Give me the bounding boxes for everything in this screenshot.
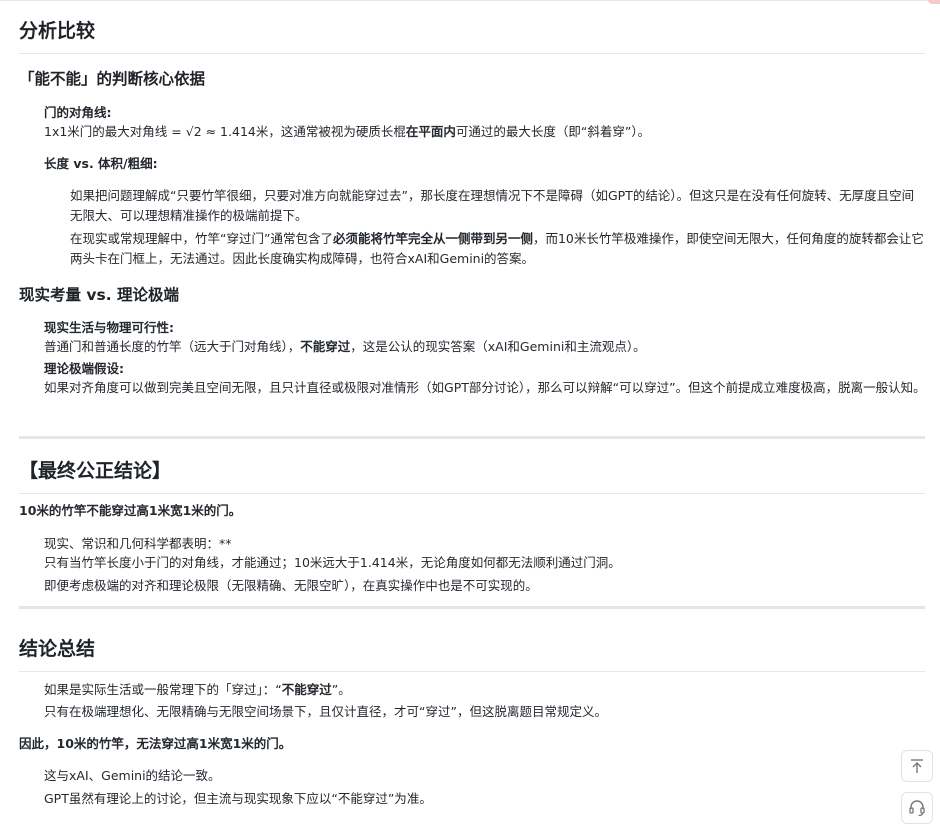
- section-separator-2: [19, 606, 925, 609]
- length-label: 长度 vs. 体积/粗细:: [44, 156, 158, 171]
- summary-line-2: 只有在极端理想化、无限精确与无限空间场景下，且仅计直径，才可“穿过”，但这脱离题…: [44, 704, 607, 719]
- final-line-3: 即便考虑极端的对齐和理论极限（无限精确、无限空旷），在真实操作中也是不可实现的。: [44, 578, 538, 593]
- length-p2-a: 在现实或常规理解中，竹竿“穿过门”通常包含了: [70, 231, 333, 246]
- reality-vs-theory-heading: 现实考量 vs. 理论极端: [19, 286, 180, 304]
- summary-line-3: 这与xAI、Gemini的结论一致。: [44, 768, 221, 783]
- analysis-section: 分析比较: [19, 18, 925, 54]
- diagonal-text: 1x1米门的最大对角线 = √2 ≈ 1.414米，这通常被视为硬质长棍在平面内…: [44, 122, 924, 142]
- diagonal-text-bold: 在平面内: [405, 124, 456, 139]
- summary-heading-rule: [19, 671, 925, 672]
- summary-line-1: 如果是实际生活或一般常理下的「穿过」：“不能穿过”。: [44, 680, 351, 700]
- reality-text: 普通门和普通长度的竹竿（远大于门对角线），不能穿过，这是公认的现实答案（xAI和…: [44, 337, 924, 357]
- summary-line-1-b: ”。: [331, 682, 351, 697]
- reality-text-b: ，这是公认的现实答案（xAI和Gemini和主流观点）。: [350, 339, 646, 354]
- theory-text: 如果对齐角度可以做到完美且空间无限，且只计直径或极限对准情形（如GPT部分讨论）…: [44, 380, 926, 395]
- summary-line-1-a: 如果是实际生活或一般常理下的「穿过」：“: [44, 682, 282, 697]
- headset-icon: [909, 800, 925, 817]
- final-lead: 10米的竹竿不能穿过高1米宽1米的门。: [19, 503, 242, 518]
- final-line-2: 只有当竹竿长度小于门的对角线，才能通过；10米远大于1.414米，无论角度如何都…: [44, 555, 621, 570]
- summary-lead: 因此，10米的竹竿，无法穿过高1米宽1米的门。: [19, 736, 292, 751]
- reality-text-a: 普通门和普通长度的竹竿（远大于门对角线），: [44, 339, 301, 354]
- core-basis-heading: 「能不能」的判断核心依据: [19, 70, 206, 88]
- analysis-heading-rule: [19, 53, 925, 54]
- final-line-1: 现实、常识和几何科学都表明：**: [44, 536, 232, 551]
- diagonal-label: 门的对角线:: [44, 105, 112, 120]
- final-heading-rule: [19, 493, 925, 494]
- length-p2-bold: 必须能将竹竿完全从一侧带到另一侧: [332, 231, 533, 246]
- arrow-up-to-line-icon: [911, 759, 923, 773]
- scroll-to-top-button[interactable]: [901, 750, 933, 782]
- reality-text-bold: 不能穿过: [300, 339, 351, 354]
- theory-label: 理论极端假设:: [44, 361, 124, 376]
- length-paragraph-2: 在现实或常规理解中，竹竿“穿过门”通常包含了必须能将竹竿完全从一侧带到另一侧，而…: [70, 229, 926, 269]
- summary-heading: 结论总结: [19, 638, 96, 660]
- support-button[interactable]: [901, 792, 933, 824]
- diagonal-text-b: 可通过的最大长度（即“斜着穿”）。: [455, 124, 651, 139]
- top-divider: [0, 0, 940, 1]
- summary-line-1-bold: 不能穿过: [281, 682, 332, 697]
- diagonal-text-a: 1x1米门的最大对角线 = √2 ≈ 1.414米，这通常被视为硬质长棍: [44, 124, 406, 139]
- length-paragraph-1: 如果把问题理解成“只要竹竿很细，只要对准方向就能穿过去”，那长度在理想情况下不是…: [70, 188, 915, 223]
- corner-accent: [928, 0, 940, 4]
- analysis-heading: 分析比较: [19, 20, 96, 42]
- summary-section: 结论总结: [19, 636, 925, 672]
- section-separator: [19, 436, 925, 439]
- summary-line-4: GPT虽然有理论上的讨论，但主流与现实现象下应以“不能穿过”为准。: [44, 791, 432, 806]
- final-heading: 【最终公正结论】: [19, 460, 172, 482]
- final-section: 【最终公正结论】: [19, 458, 925, 494]
- reality-label: 现实生活与物理可行性:: [44, 320, 174, 335]
